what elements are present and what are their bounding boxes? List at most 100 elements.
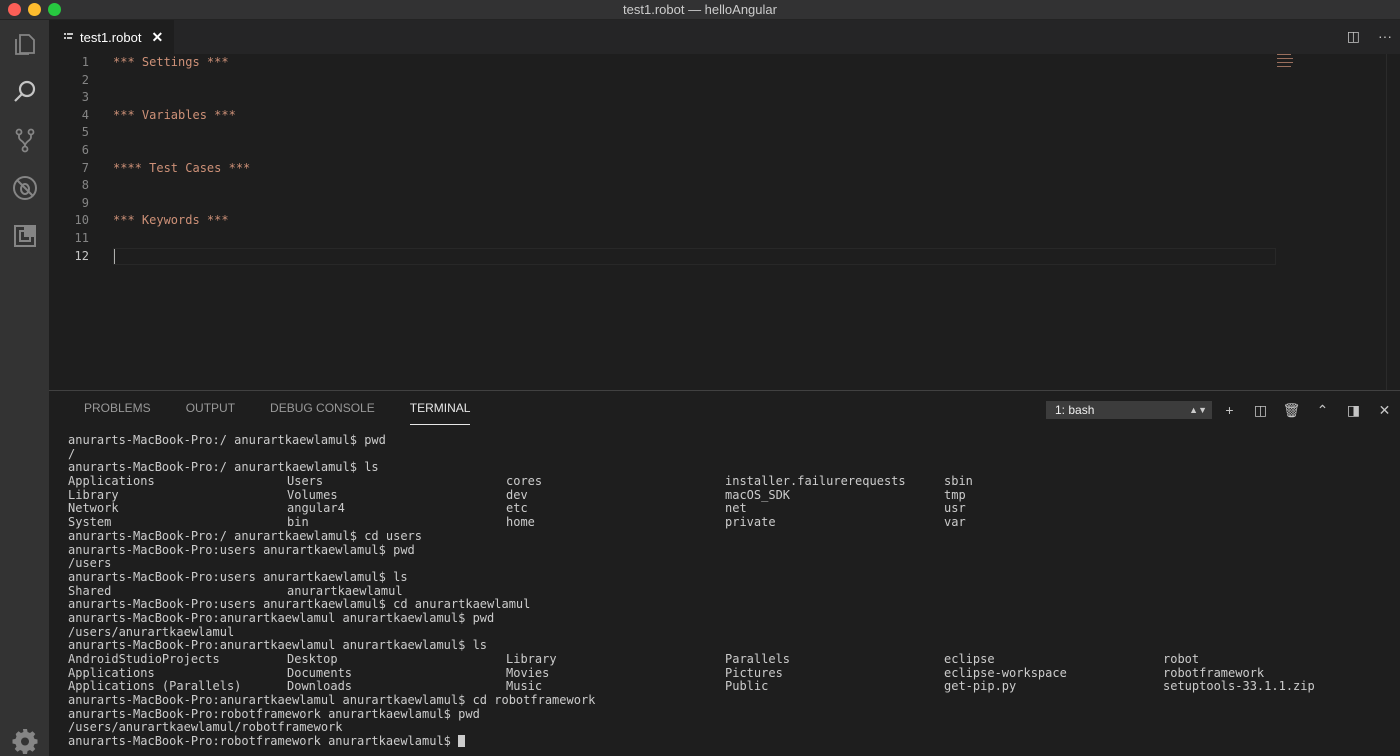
terminal-select-value: 1: bash — [1055, 403, 1095, 417]
terminal-line: anurarts-MacBook-Pro:users anurartkaewla… — [68, 542, 1388, 558]
terminal-line: Library Volumes dev macOS_SDK tmp — [68, 487, 1388, 503]
more-actions-icon[interactable]: ··· — [1378, 28, 1392, 45]
line-number: 4 — [81, 107, 89, 122]
editor-line[interactable]: 11 — [49, 230, 1400, 247]
editor-line[interactable]: 5 — [49, 124, 1400, 141]
terminal-line: / — [68, 447, 1388, 462]
toggle-panel-position-icon[interactable]: ◨ — [1338, 401, 1369, 419]
editor-line[interactable]: 7 **** Test Cases *** — [49, 160, 1400, 177]
extensions-icon[interactable] — [0, 212, 49, 260]
editor-line[interactable]: 10 *** Keywords *** — [49, 212, 1400, 229]
new-terminal-icon[interactable]: + — [1214, 401, 1245, 419]
terminal-text: Library — [68, 487, 119, 502]
editor-line[interactable]: 2 — [49, 72, 1400, 89]
terminal-text: installer.failurerequests — [725, 474, 906, 489]
terminal-text: angular4 — [287, 501, 345, 516]
bottom-panel: PROBLEMS OUTPUT DEBUG CONSOLE TERMINAL 1… — [49, 390, 1400, 756]
terminal-line: anurarts-MacBook-Pro:/ anurartkaewlamul$… — [68, 461, 1388, 475]
editor-line[interactable]: 12 — [49, 248, 1400, 265]
terminal-line: anurarts-MacBook-Pro:anurartkaewlamul an… — [68, 693, 1388, 708]
title-bar: test1.robot — helloAngular — [0, 0, 1400, 20]
line-number: 12 — [74, 248, 89, 263]
terminal-line: Applications Users cores installer.failurer… — [68, 474, 1388, 489]
terminal-line: anurarts-MacBook-Pro:users anurartkaewla… — [68, 569, 1388, 585]
tab-debug-console[interactable]: DEBUG CONSOLE — [270, 391, 375, 425]
file-icon — [64, 33, 73, 39]
tab-output[interactable]: OUTPUT — [186, 391, 235, 425]
line-number: 3 — [81, 90, 89, 105]
editor-line[interactable]: 4 *** Variables *** — [49, 107, 1400, 124]
terminal-output[interactable]: anurarts-MacBook-Pro:/ anurartkaewlamul$… — [68, 433, 1388, 749]
split-editor-icon[interactable]: ◫ — [1347, 28, 1360, 45]
terminal-text: anurarts-MacBook-Pro:/ anurartkaewlamul$… — [68, 528, 423, 543]
editor-line[interactable]: 9 — [49, 195, 1400, 212]
terminal-text: net — [725, 501, 747, 516]
editor-line[interactable]: 6 — [49, 142, 1400, 159]
terminal-text: setuptools-33.1.1.zip — [1163, 679, 1315, 694]
editor-tab-test1-robot[interactable]: test1.robot ✕ — [49, 20, 174, 54]
tab-problems[interactable]: PROBLEMS — [84, 391, 151, 425]
panel-tabs: PROBLEMS OUTPUT DEBUG CONSOLE TERMINAL — [84, 391, 505, 425]
code-text: *** Variables *** — [113, 107, 236, 122]
terminal-text: Desktop — [287, 652, 338, 666]
line-number: 9 — [81, 195, 89, 210]
terminal-text: anurarts-MacBook-Pro:/ anurartkaewlamul$… — [68, 460, 379, 475]
gear-icon[interactable] — [0, 716, 49, 756]
terminal-text: Documents — [287, 665, 353, 680]
terminal-line: anurarts-MacBook-Pro:robotframework anur… — [68, 734, 1388, 749]
search-icon[interactable] — [0, 68, 49, 116]
editor-line[interactable]: 3 — [49, 89, 1400, 106]
activity-bar — [0, 20, 49, 756]
terminal-text: anurarts-MacBook-Pro:users anurartkaewla… — [68, 542, 415, 557]
window-title: test1.robot — helloAngular — [623, 2, 777, 17]
terminal-text: System — [68, 515, 112, 530]
terminal-text: Applications — [68, 474, 155, 489]
editor-line[interactable]: 8 — [49, 177, 1400, 194]
maximize-panel-icon[interactable]: ⌃ — [1307, 401, 1338, 419]
split-terminal-icon[interactable]: ◫ — [1245, 401, 1276, 419]
line-number: 2 — [81, 72, 89, 87]
close-panel-icon[interactable]: ✕ — [1369, 401, 1400, 419]
line-number: 1 — [81, 55, 89, 69]
terminal-text: eclipse — [944, 652, 995, 666]
code-editor[interactable]: 1 *** Settings *** 2 3 4 *** Variables *** 5 6 7… — [49, 54, 1400, 390]
terminal-text: private — [725, 515, 776, 530]
editor-line[interactable]: 1 *** Settings *** — [49, 54, 1400, 71]
terminal-text: /users/anurartkaewlamul/robotframework — [68, 720, 343, 735]
terminal-line: anurarts-MacBook-Pro:robotframework anur… — [68, 706, 1388, 722]
terminal-text: /users — [68, 556, 112, 571]
terminal-line: anurarts-MacBook-Pro:anurartkaewlamul an… — [68, 611, 1388, 626]
terminal-text: anurarts-MacBook-Pro:robotframework anur… — [68, 706, 480, 721]
terminal-select[interactable]: 1: bash ▲▼ — [1046, 401, 1212, 419]
terminal-text: Applications — [68, 665, 155, 680]
terminal-line: AndroidStudioProjects Desktop Library Paral… — [68, 652, 1388, 667]
terminal-text: anurarts-MacBook-Pro:users anurartkaewla… — [68, 569, 408, 584]
terminal-text: Parallels — [725, 652, 791, 666]
trash-icon[interactable]: 🗑 — [1276, 401, 1307, 419]
terminal-text: usr — [944, 501, 966, 516]
terminal-line: Applications Documents Movies Pictures eclip… — [68, 665, 1388, 681]
terminal-line: anurarts-MacBook-Pro:users anurartkaewla… — [68, 598, 1388, 612]
debug-icon[interactable] — [0, 164, 49, 212]
line-number: 5 — [81, 125, 89, 140]
editor-tab-label: test1.robot — [80, 29, 142, 45]
terminal-text: tmp — [944, 487, 966, 502]
terminal-line: Network angular4 etc net usr — [68, 502, 1388, 516]
tab-terminal[interactable]: TERMINAL — [409, 391, 470, 425]
terminal-text: anurarts-MacBook-Pro:users anurartkaewla… — [68, 597, 531, 612]
explorer-icon[interactable] — [0, 20, 49, 68]
terminal-line: /users/anurartkaewlamul — [68, 625, 1388, 640]
code-text: *** Settings *** — [113, 55, 229, 69]
terminal-line: /users/anurartkaewlamul/robotframework — [68, 721, 1388, 735]
terminal-text: eclipse-workspace — [944, 665, 1067, 680]
line-number: 11 — [74, 231, 89, 245]
terminal-text: Shared — [68, 583, 112, 598]
terminal-line: System bin home private var — [68, 515, 1388, 530]
terminal-line: Shared anurartkaewlamul — [68, 583, 1388, 599]
terminal-text: AndroidStudioProjects — [68, 652, 220, 666]
source-control-icon[interactable] — [0, 116, 49, 164]
close-icon[interactable]: ✕ — [151, 29, 163, 46]
terminal-text: macOS_SDK — [725, 487, 791, 502]
terminal-text: anurarts-MacBook-Pro:robotframework anur… — [68, 734, 466, 749]
terminal-text: Music — [506, 679, 543, 694]
